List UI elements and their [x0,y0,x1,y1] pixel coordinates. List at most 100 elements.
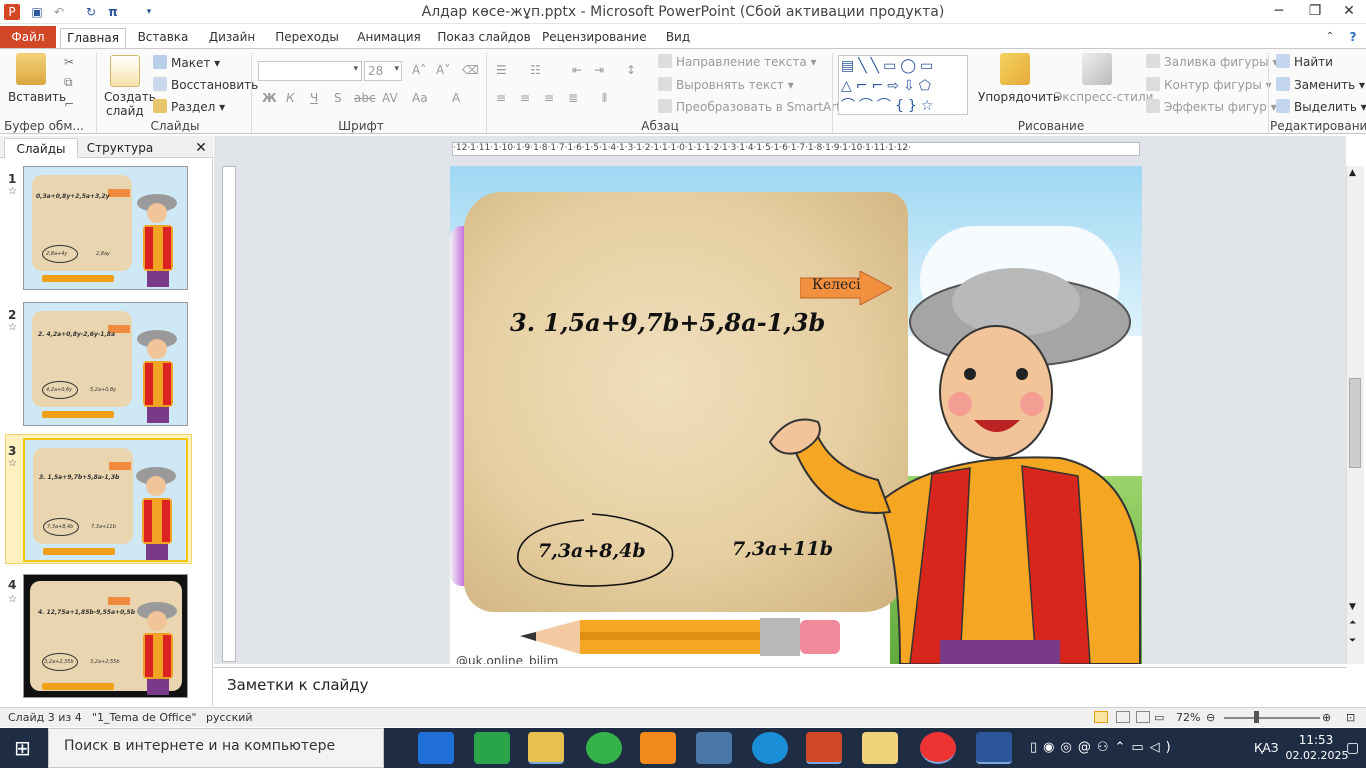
notifications-icon[interactable]: ▢ [1346,740,1359,756]
paste-button[interactable]: Вставить [8,90,66,104]
grow-font-icon[interactable]: A˄ [412,63,426,77]
shadow-button[interactable]: S [334,91,342,105]
theme-name[interactable]: "1_Tema de Office" [92,711,197,724]
smartart-button[interactable]: Преобразовать в SmartArt ▾ [658,99,851,114]
tab-animation[interactable]: Анимация [352,28,426,48]
align-left-icon[interactable]: ≡ [496,91,506,105]
slide-thumbnail-4[interactable]: 4. 12,75a+1,85b-9,55a+0,5b 3,2a+2,35b 3,… [23,574,188,698]
tab-transitions[interactable]: Переходы [272,28,342,48]
tab-outline[interactable]: Структура [82,138,158,158]
tab-slides[interactable]: Слайды [4,138,78,158]
edge-browser-icon[interactable] [752,732,788,764]
windows-start-icon[interactable]: ⊞ [14,736,38,760]
new-slide-button[interactable]: Создать [104,90,156,104]
zoom-in-icon[interactable]: ⊕ [1322,711,1331,724]
underline-button[interactable]: Ч [310,91,318,105]
word-taskbar-icon[interactable] [976,732,1012,764]
find-button[interactable]: Найти [1276,54,1333,69]
powerpoint-taskbar-icon[interactable] [806,732,842,764]
chrome-browser-icon[interactable] [920,732,956,764]
slide-thumbnail-2[interactable]: 2. 4,2a+0,8y-2,6y-1,8a 4,2a+0,6y 5,2a+0,… [23,302,188,426]
columns-icon[interactable]: ⫴ [602,91,607,106]
bold-button[interactable]: Ж [262,91,277,105]
bullets-icon[interactable]: ☰ [496,63,507,77]
layout-button[interactable]: Макет ▾ [153,55,220,70]
clear-format-icon[interactable]: ⌫ [462,63,479,77]
zoom-slider-thumb[interactable] [1254,711,1259,723]
char-spacing-button[interactable]: AV [382,91,398,105]
align-text-button[interactable]: Выровнять текст ▾ [658,77,794,92]
minimize-icon[interactable]: ─ [1262,0,1296,22]
mail-at-icon[interactable] [586,732,622,764]
scroll-up-icon[interactable]: ▲ [1349,168,1356,178]
shape-effects-button[interactable]: Эффекты фигур ▾ [1146,99,1277,114]
help-icon[interactable]: ? [1344,28,1362,48]
collapse-ribbon-icon[interactable]: ⌃ [1322,28,1338,48]
notes-placeholder[interactable]: Заметки к слайду [227,676,369,694]
line-spacing-icon[interactable]: ↕ [626,63,636,77]
tab-design[interactable]: Дизайн [204,28,260,48]
folder-icon[interactable] [862,732,898,764]
system-tray-icons[interactable]: ▯◉◎@⚇⌃▭◁) [1030,740,1177,755]
fit-slide-icon[interactable]: ⊡ [1346,711,1355,724]
decrease-indent-icon[interactable]: ⇤ [572,63,582,77]
zoom-out-icon[interactable]: ⊖ [1206,711,1215,724]
tab-home[interactable]: Главная [60,28,126,48]
reset-button[interactable]: Восстановить [153,77,258,92]
file-explorer-icon[interactable] [528,732,564,764]
taskbar-search-placeholder[interactable]: Поиск в интернете и на компьютере [64,738,335,754]
shapes-gallery[interactable]: ▤╲╲▭◯▭ △⌐⌐⇨⇩⬠ ⌒⌒⌒{}☆ [838,55,968,115]
quick-styles-icon[interactable] [1082,53,1112,85]
shape-outline-button[interactable]: Контур фигуры ▾ [1146,77,1272,92]
vk-icon[interactable] [696,732,732,764]
tab-review[interactable]: Рецензирование [542,28,647,48]
tab-view[interactable]: Вид [658,28,698,48]
ie-browser-icon[interactable] [418,732,454,764]
font-name-combobox[interactable]: ▾ [258,61,362,81]
slide-thumbnail-1[interactable]: 0,3a+0,8y+2,5a+3,2y 2,8a+4y 2,8ay [23,166,188,290]
store-icon[interactable] [474,732,510,764]
section-button[interactable]: Раздел ▾ [153,99,225,114]
numbering-icon[interactable]: ☷ [530,63,541,77]
taskbar-clock[interactable]: 11:53 02.02.2025 [1286,733,1349,763]
reading-view-icon[interactable] [1136,711,1150,723]
align-right-icon[interactable]: ≡ [544,91,554,105]
zoom-slider[interactable] [1224,717,1320,719]
slideshow-icon[interactable]: ▭ [1154,711,1164,724]
tab-insert[interactable]: Вставка [134,28,192,48]
shrink-font-icon[interactable]: A˅ [436,63,450,77]
vertical-scrollbar[interactable]: ▲ ▼ ⏶ ⏷ [1346,166,1364,664]
slide-sorter-icon[interactable] [1116,711,1130,723]
scroll-down-icon[interactable]: ▼ [1349,602,1356,612]
copy-icon[interactable]: ⧉ [64,75,73,90]
slide-canvas[interactable]: Келесі 3. 1,5a+9,7b+5,8a-1,3b 7,3a+8,4b … [450,166,1142,664]
scroll-thumb[interactable] [1349,378,1361,468]
select-button[interactable]: Выделить ▾ [1276,99,1366,114]
paste-icon[interactable] [16,53,46,85]
answer-option-1[interactable]: 7,3a+8,4b [538,540,646,562]
normal-view-icon[interactable] [1094,711,1108,723]
format-painter-icon[interactable]: ⌐ [64,97,74,111]
strikethrough-button[interactable]: abc [354,91,376,105]
justify-icon[interactable]: ≣ [568,91,578,105]
italic-button[interactable]: К [286,91,295,105]
close-pane-icon[interactable]: ✕ [192,138,210,158]
increase-indent-icon[interactable]: ⇥ [594,63,604,77]
language-indicator[interactable]: русский [206,711,253,724]
new-slide-icon[interactable] [110,55,140,87]
keyboard-language[interactable]: ҚАЗ [1254,741,1278,755]
font-size-combobox[interactable]: 28 ▾ [364,61,402,81]
arrange-icon[interactable] [1000,53,1030,85]
tab-file[interactable]: Файл [0,26,56,48]
arrange-button[interactable]: Упорядочить [978,90,1060,104]
change-case-button[interactable]: Aa [412,91,428,105]
tab-slideshow[interactable]: Показ слайдов [436,28,532,48]
align-center-icon[interactable]: ≡ [520,91,530,105]
horizontal-ruler[interactable]: ·12·1·11·1·10·1·9·1·8·1·7·1·6·1·5·1·4·1·… [452,142,1140,156]
zoom-level[interactable]: 72% [1176,711,1200,724]
shape-fill-button[interactable]: Заливка фигуры ▾ [1146,54,1278,69]
quick-styles-button[interactable]: Экспресс-стили [1054,90,1153,104]
font-color-button[interactable]: A [452,91,460,105]
slide-thumbnail-3[interactable]: 3. 1,5a+9,7b+5,8a-1,3b 7,3a+8,4b 7,3a+11… [23,438,188,562]
close-icon[interactable]: ✕ [1332,0,1366,22]
